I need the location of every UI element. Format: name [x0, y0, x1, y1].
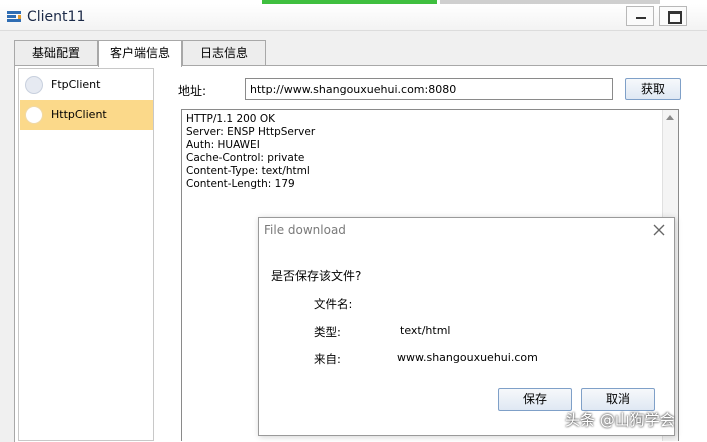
get-button[interactable]: 获取 [625, 78, 681, 100]
type-label: 类型: [314, 325, 341, 339]
filename-label: 文件名: [314, 297, 353, 311]
from-value: www.shangouxuehui.com [397, 351, 538, 364]
client-item-ftp[interactable]: FtpClient [20, 70, 153, 100]
address-label: 地址: [178, 84, 207, 98]
maximize-icon [668, 11, 682, 24]
client-item-label: FtpClient [51, 78, 101, 91]
title-bar: Client11 [0, 4, 707, 31]
maximize-button[interactable] [659, 6, 687, 26]
client-status-icon [25, 106, 43, 124]
from-label: 来自: [314, 352, 341, 366]
watermark: 头条 @山狗学会 [565, 411, 675, 429]
dialog-question: 是否保存该文件? [271, 269, 362, 283]
minimize-icon [636, 17, 646, 19]
file-download-dialog: File download 是否保存该文件? 文件名: 类型: text/htm… [258, 217, 675, 436]
tab-log-info[interactable]: 日志信息 [182, 40, 266, 65]
tab-client-info[interactable]: 客户端信息 [98, 40, 182, 67]
response-text: HTTP/1.1 200 OK Server: ENSP HttpServer … [186, 113, 315, 191]
type-value: text/html [400, 324, 451, 337]
response-line: Content-Length: 179 [186, 178, 295, 190]
cancel-button[interactable]: 取消 [581, 388, 655, 411]
response-line: Server: ENSP HttpServer [186, 126, 316, 138]
client-item-label: HttpClient [51, 108, 107, 121]
response-line: Auth: HUAWEI [186, 139, 260, 151]
client-status-icon [25, 76, 43, 94]
response-line: HTTP/1.1 200 OK [186, 113, 275, 125]
client-list: FtpClient HttpClient [18, 68, 154, 441]
save-button[interactable]: 保存 [498, 388, 572, 411]
close-icon[interactable] [650, 221, 668, 239]
client-item-http[interactable]: HttpClient [20, 100, 153, 130]
window-title: Client11 [27, 9, 86, 25]
response-line: Cache-Control: private [186, 152, 305, 164]
app-logo-icon [6, 9, 22, 25]
scroll-up-icon[interactable] [666, 115, 674, 120]
response-line: Content-Type: text/html [186, 165, 310, 177]
tab-basic-config[interactable]: 基础配置 [14, 40, 98, 65]
dialog-title: File download [264, 223, 346, 237]
minimize-button[interactable] [626, 6, 654, 26]
address-input[interactable] [245, 78, 613, 100]
